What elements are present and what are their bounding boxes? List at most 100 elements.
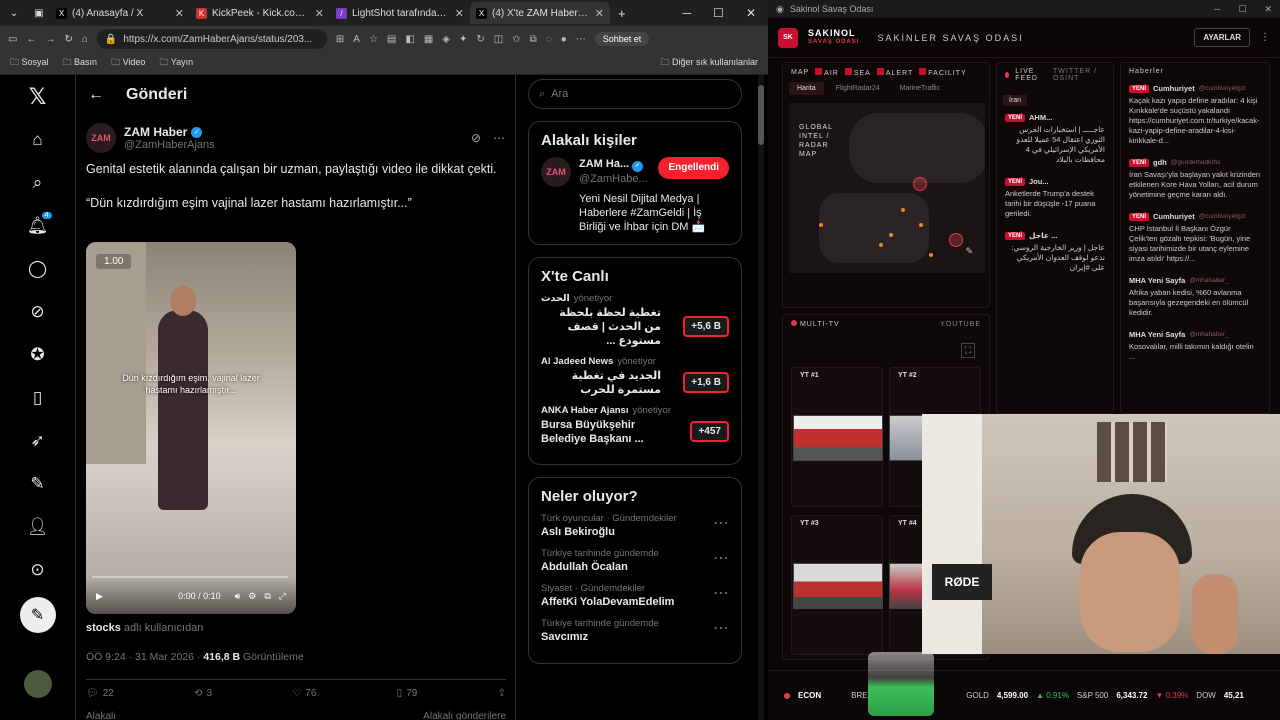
trend-item[interactable]: ⋯ Siyaset · Gündemdekiler AffetKi YolaDeva… [541,583,729,608]
more-icon[interactable]: ⋯ [576,34,586,45]
minimize-icon[interactable]: ─ [1214,4,1220,15]
settings-icon[interactable]: ⚙ [248,591,256,602]
more-options-icon[interactable]: ⋯ [713,618,729,638]
tab-actions-icon[interactable]: ⌄ [0,8,28,19]
extension-icon[interactable]: ◧ [405,34,414,45]
avatar[interactable]: ZAM [541,157,571,187]
extension-icon[interactable]: A [353,34,360,45]
bookmark-folder[interactable]: 🗀 Basın [63,55,98,71]
minimize-icon[interactable]: ─ [683,6,692,20]
play-icon[interactable]: ▶ [96,591,103,602]
layer-toggle[interactable]: SEA [844,68,871,77]
home-icon[interactable]: ⌂ [18,118,58,161]
grok-icon[interactable]: ⊘ [471,131,481,145]
bookmark-folder[interactable]: 🗀 Yayın [159,55,193,71]
favorites-icon[interactable]: ✩ [512,34,520,45]
close-icon[interactable]: ✕ [455,7,464,20]
pip-icon[interactable]: ⧉ [264,591,270,602]
close-icon[interactable]: ✕ [175,7,184,20]
layer-toggle[interactable]: AIR [815,68,839,77]
tab-2[interactable]: K KickPeek - Kick.com için Gerç ✕ [190,2,330,24]
profile-icon[interactable]: 👤︎ [18,505,58,548]
more-options-icon[interactable]: ⋯ [713,513,729,533]
verified-icon[interactable]: ✪ [18,333,58,376]
extension-icon[interactable]: ↻ [476,34,484,45]
more-options-icon[interactable]: ⋯ [713,583,729,603]
trend-item[interactable]: ⋯ Türk oyuncular · Gündemdekiler Aslı Beki… [541,513,729,538]
bookmark-button[interactable]: ▯ 79 [397,688,418,699]
layer-toggle[interactable]: FACILITY [919,68,966,77]
back-icon[interactable]: ← [26,34,36,45]
related-person[interactable]: ZAM ZAM Ha... ✓ @ZamHabe... Engellendi Ye… [541,157,729,234]
copilot-chat-button[interactable]: Sohbet et [594,32,650,46]
news-item[interactable]: MHA Yeni Sayfa @mhahaber_ Kosovalılar, mil… [1129,330,1261,362]
video-player[interactable]: 1.00 Dün kızdırdığım eşim, vajinal lazer… [86,242,296,614]
back-arrow-icon[interactable]: ← [88,86,104,104]
tab-1[interactable]: X (4) Anasayfa / X ✕ [50,2,190,24]
settings-button[interactable]: AYARLAR [1194,28,1250,47]
close-icon[interactable]: ✕ [595,7,604,20]
volume-icon[interactable]: 🔊︎ [235,591,241,602]
fullscreen-icon[interactable]: ⛶ [960,343,975,358]
extension-icon[interactable]: ◈ [442,34,450,45]
tab-3[interactable]: / LightShot tarafından Ekran Gö ✕ [330,2,470,24]
extension-icon[interactable]: ◌ [546,34,552,45]
more-options-icon[interactable]: ⋯ [713,548,729,568]
news-item[interactable]: YENİ gdh @gundemadkrhs İran Savaşı'yla başl… [1129,158,1261,200]
feed-item[interactable]: YENİ AHM... عاجـــــ | استخبارات الحرس الث… [1005,113,1105,165]
bookmark-icon[interactable]: ▯ [18,376,58,419]
feed-item[interactable]: YENİ عاجل ... عاجل | وزير الخارجية الروسي:… [1005,231,1105,273]
tab-4[interactable]: X (4) X'te ZAM Haber: "Genital ✕ [470,2,610,24]
alert-marker[interactable] [949,233,963,247]
fullscreen-icon[interactable]: ⤢ [279,591,286,602]
live-item[interactable]: Al Jadeed News yönetiyor الجديد في تغطية … [541,356,729,397]
layer-toggle[interactable]: ALERT [876,68,913,77]
share-button[interactable]: ⇪ [498,688,506,699]
event-marker[interactable] [889,233,893,237]
scrollbar-thumb[interactable] [758,85,764,145]
footer-left[interactable]: Alakalı [86,711,116,720]
news-item[interactable]: YENİ Cumhuriyet @cumhuriyetgzt Kaçak kazı y… [1129,84,1261,146]
account-avatar[interactable] [23,670,52,698]
feed-filter-chip[interactable]: İran [1003,95,1028,106]
maximize-icon[interactable]: ☐ [713,6,724,20]
workspaces-icon[interactable]: ▣ [28,8,50,19]
more-icon[interactable]: ⊙ [18,548,58,591]
search-input[interactable]: ⌕ Ara [528,79,742,109]
home-icon[interactable]: ⌂ [82,34,88,45]
news-item[interactable]: MHA Yeni Sayfa @mhahaber_ Afrika yaban ked… [1129,276,1261,318]
extension-icon[interactable]: ⊞ [336,34,344,45]
news-item[interactable]: YENİ Cumhuriyet @cumhuriyetgzt CHP İstanbul… [1129,212,1261,264]
more-options-icon[interactable]: ⋯ [493,131,505,145]
extension-icon[interactable]: ▦ [424,34,433,45]
reload-icon[interactable]: ↻ [64,34,72,45]
notifications-icon[interactable]: 🔔︎ 4 [18,204,58,247]
author-handle[interactable]: @ZamHaberAjans [124,139,215,151]
trend-item[interactable]: ⋯ Türkiye tarihinde gündemde Abdullah Öcal… [541,548,729,573]
new-tab-icon[interactable]: + [610,6,634,21]
event-marker[interactable] [919,223,923,227]
tab-marinetraffic[interactable]: MarineTraffic [892,82,948,95]
youtube-source[interactable]: YOUTUBE [940,321,981,328]
url-field[interactable]: 🔒 https://x.com/ZamHaberAjans/status/203.… [96,29,327,49]
tab-map[interactable]: Harita [789,82,824,95]
edit-icon[interactable]: ✎ [965,246,973,257]
page-scrollbar[interactable] [758,75,764,720]
footer-right[interactable]: Alakalı gönderilere [423,711,506,720]
live-item[interactable]: ANKA Haber Ajansı yönetiyor Bursa Büyükşe… [541,405,729,446]
x-logo-icon[interactable]: 𝕏 [18,75,58,118]
radar-map[interactable]: GLOBAL INTEL / RADAR MAP ✎ [789,103,985,273]
post-timestamp[interactable]: ÖÖ 9:24 · 31 Mar 2026 · [86,651,203,663]
feed-item[interactable]: YENİ Jou... Anketlerde Trump'a destek tari… [1005,177,1105,219]
grok-icon[interactable]: ⊘ [18,290,58,333]
profile-icon[interactable]: ● [561,34,567,45]
maximize-icon[interactable]: ☐ [1238,4,1246,15]
extension-icon[interactable]: ▤ [387,34,396,45]
event-marker[interactable] [879,243,883,247]
articles-icon[interactable]: ✎ [18,462,58,505]
trend-item[interactable]: ⋯ Türkiye tarihinde gündemde Savcımız [541,618,729,643]
feed-source-tabs[interactable]: TWITTER / OSINT [1053,68,1105,82]
bookmark-folder[interactable]: 🗀 Video [111,55,145,71]
rocket-icon[interactable]: ➶ [18,419,58,462]
author-name[interactable]: ZAM Haber [124,125,187,139]
